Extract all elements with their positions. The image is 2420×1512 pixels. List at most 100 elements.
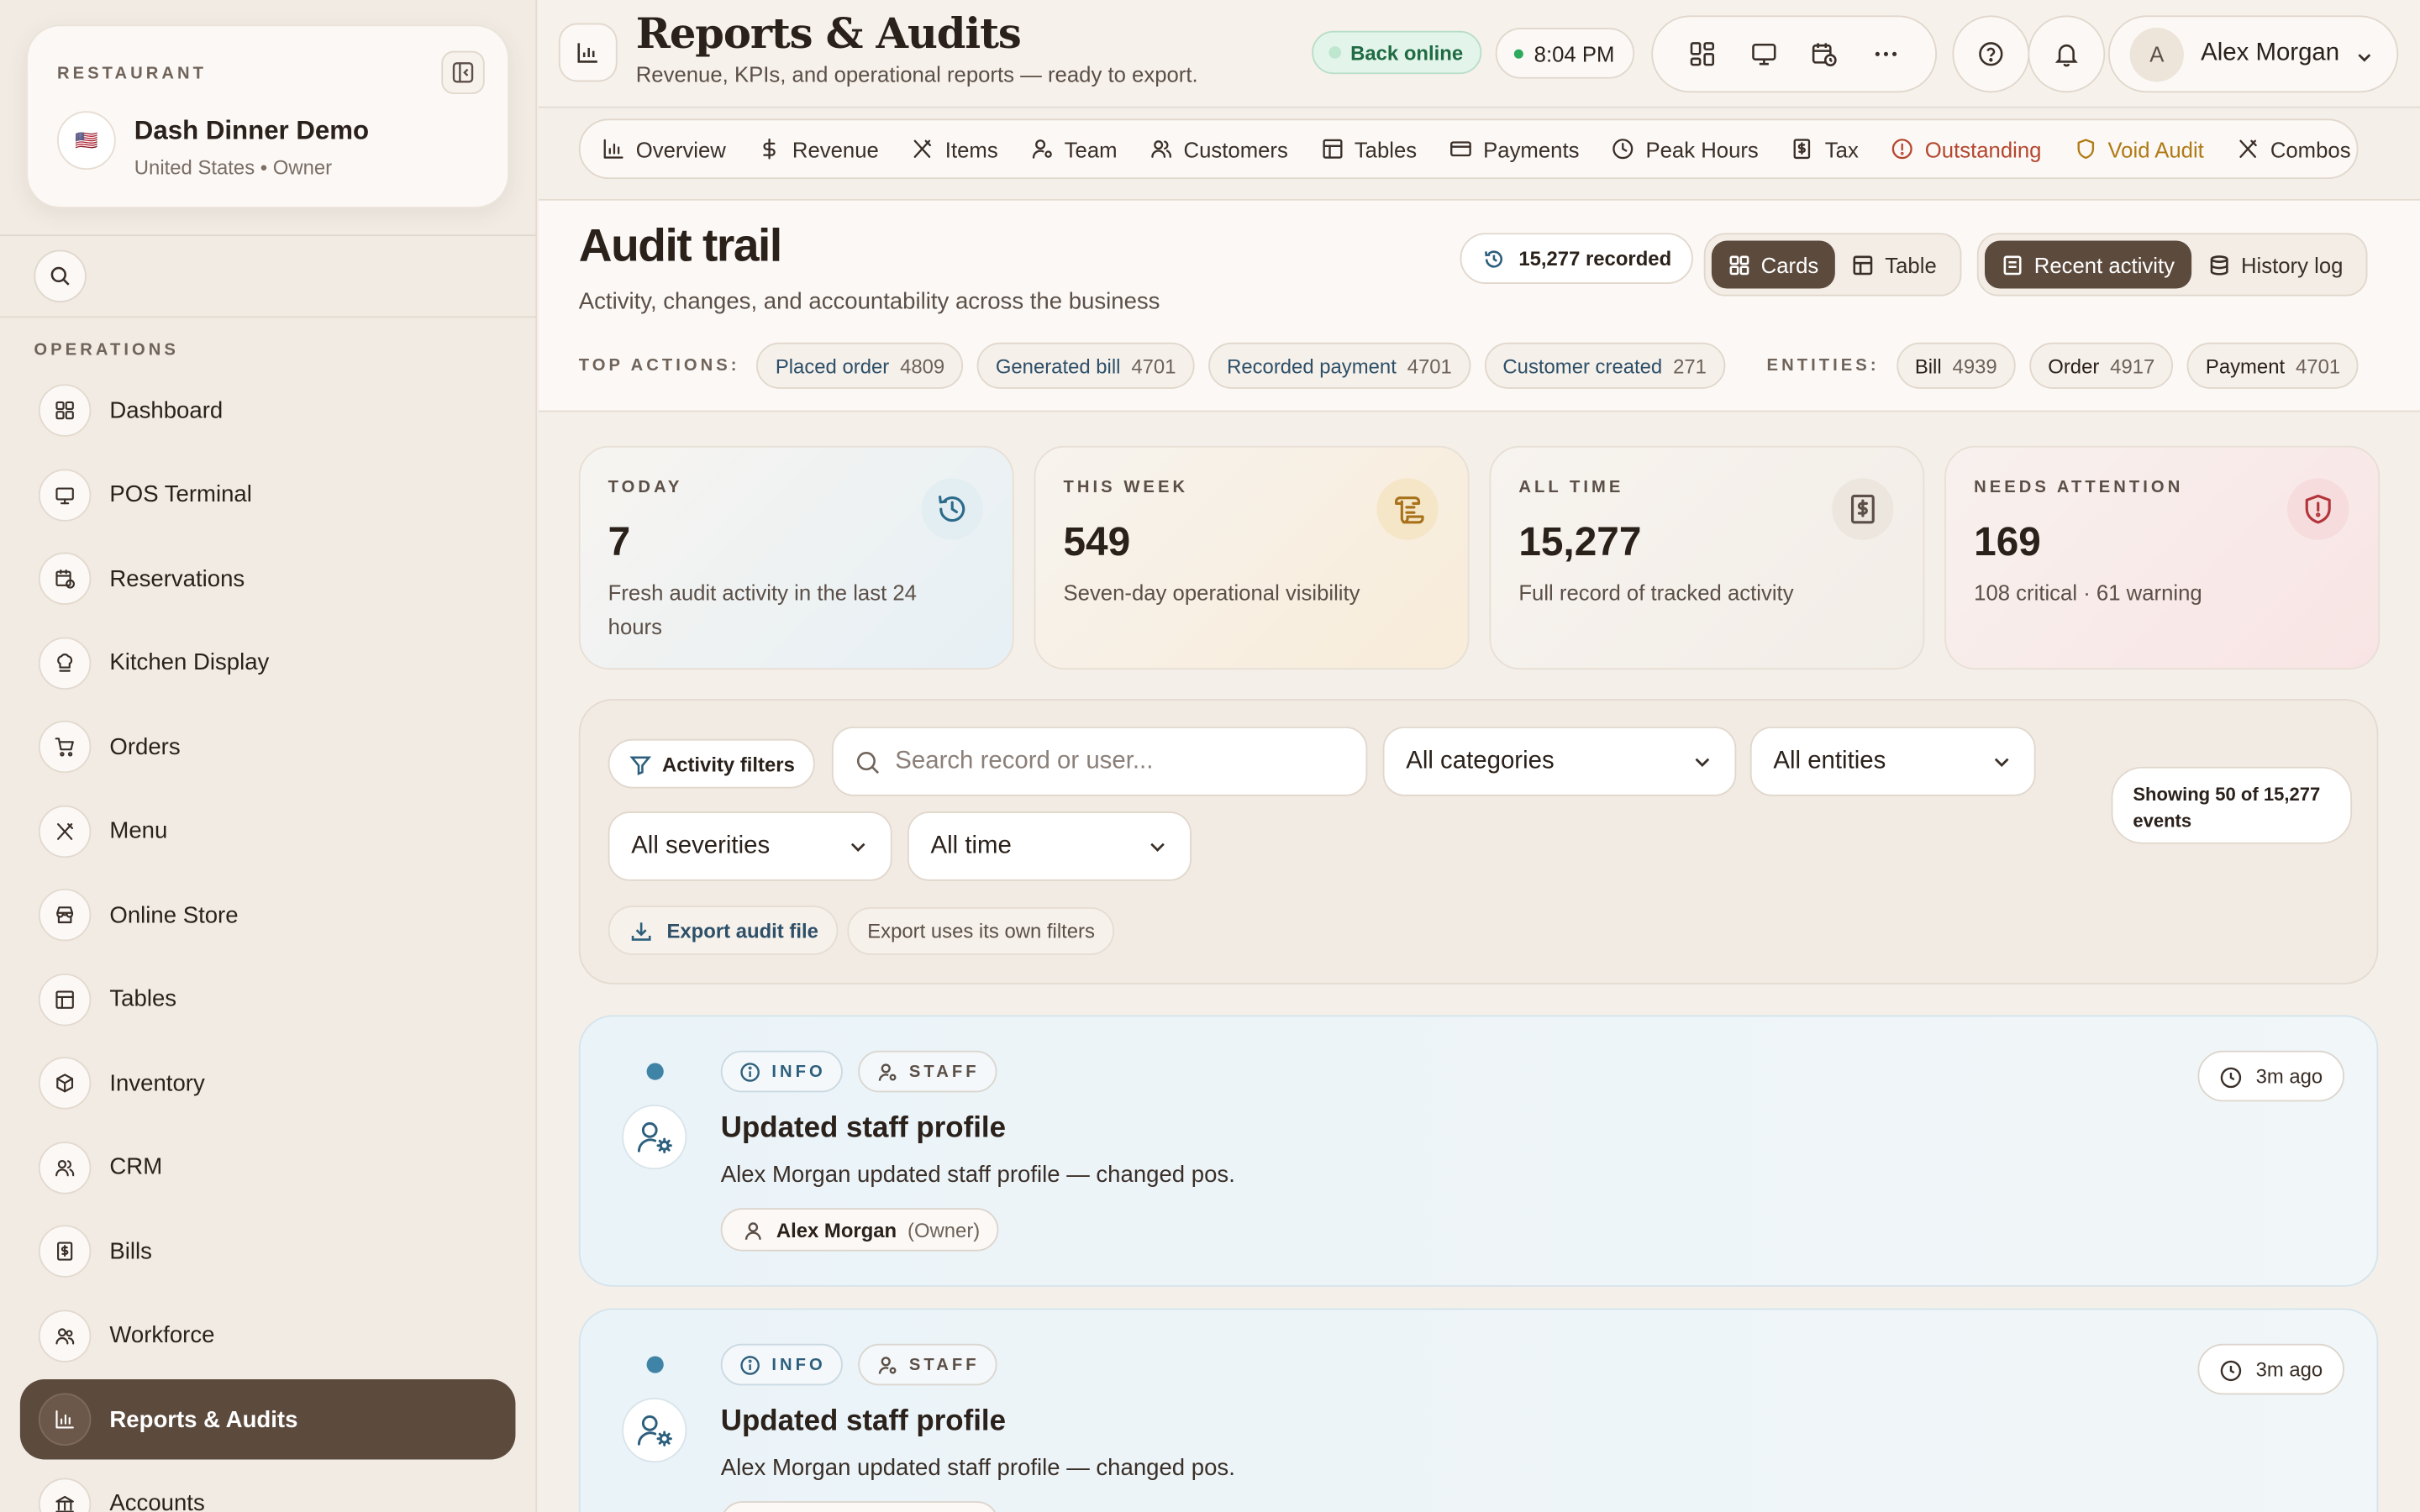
notifications-button[interactable]: [2028, 15, 2106, 93]
chip-label: Bill: [1914, 354, 1942, 378]
entity-chip[interactable]: Order 4917: [2029, 342, 2174, 389]
user-menu[interactable]: A Alex Morgan: [2107, 15, 2399, 93]
event-card[interactable]: INFO STAFF 3m ago Updated staff profile Alex…: [578, 1015, 2379, 1287]
export-audit-button[interactable]: Export audit file: [608, 906, 839, 955]
sidebar-item-orders[interactable]: Orders: [20, 706, 516, 787]
category-label: STAFF: [908, 1062, 980, 1081]
sidebar-search-button[interactable]: [34, 249, 87, 302]
recent-activity-button[interactable]: Recent activity: [1984, 240, 2192, 289]
tab-peak-hours[interactable]: Peak Hours: [1612, 137, 1759, 161]
entity-chip[interactable]: Bill 4939: [1896, 342, 2016, 389]
user-cog-icon: [637, 1415, 672, 1446]
severity-select[interactable]: All severities: [608, 811, 892, 881]
status-dot: [646, 1063, 664, 1080]
event-user-role: (Owner): [908, 1218, 981, 1242]
stat-value: 549: [1063, 518, 1131, 565]
table-view-button[interactable]: Table: [1835, 241, 1953, 289]
monitor-icon: [1751, 43, 1776, 66]
event-user-chip[interactable]: Alex Morgan(Owner): [720, 1501, 999, 1512]
shield-alert-icon: [2305, 494, 2331, 524]
sidebar-item-inventory[interactable]: Inventory: [20, 1043, 516, 1124]
entity-chip[interactable]: Payment 4701: [2186, 342, 2360, 389]
table-icon: [1854, 255, 1873, 275]
time-value: All time: [930, 832, 1012, 859]
restaurant-subtitle: United States • Owner: [134, 155, 333, 180]
utensils-icon: [38, 804, 92, 858]
sidebar-item-tables[interactable]: Tables: [20, 959, 516, 1040]
grid-icon: [55, 401, 74, 420]
sidebar-item-bills[interactable]: Bills: [20, 1211, 516, 1292]
tab-label: Peak Hours: [1645, 136, 1759, 161]
sidebar-item-dashboard[interactable]: Dashboard: [20, 370, 516, 451]
cards-view-button[interactable]: Cards: [1711, 240, 1836, 289]
tab-payments[interactable]: Payments: [1449, 137, 1579, 161]
category-select[interactable]: All categories: [1382, 727, 1737, 796]
pos-button[interactable]: [1742, 33, 1785, 76]
chip-count: 4917: [2110, 354, 2155, 378]
restaurant-card[interactable]: RESTAURANT 🇺🇸 Dash Dinner Demo United St…: [26, 24, 510, 208]
event-card[interactable]: INFO STAFF 3m ago Updated staff profile Alex…: [578, 1308, 2379, 1512]
clock: 8:04 PM: [1495, 28, 1635, 79]
tab-tables[interactable]: Tables: [1320, 137, 1417, 161]
search-icon: [50, 266, 70, 286]
sidebar-item-reservations[interactable]: Reservations: [20, 538, 516, 619]
sidebar-item-workforce[interactable]: Workforce: [20, 1295, 516, 1376]
tab-void-audit[interactable]: Void Audit: [2074, 137, 2204, 161]
entities-label: ENTITIES:: [1766, 356, 1880, 375]
stat-card-this-week: THIS WEEK 549 Seven-day operational visibi…: [1034, 445, 1470, 670]
stat-label: THIS WEEK: [1063, 478, 1189, 497]
action-chip[interactable]: Placed order 4809: [756, 342, 964, 389]
event-time: 3m ago: [2196, 1050, 2344, 1102]
stat-value: 169: [1974, 518, 2041, 565]
history-icon: [939, 495, 965, 522]
tab-customers[interactable]: Customers: [1150, 137, 1288, 161]
tab-combos[interactable]: Combos: [2236, 137, 2351, 161]
collapse-sidebar-button[interactable]: [441, 50, 485, 95]
tab-items[interactable]: Items: [911, 137, 998, 161]
help-button[interactable]: [1952, 15, 2030, 93]
table-icon: [55, 990, 74, 1008]
reports-nav-button[interactable]: [558, 23, 618, 82]
sidebar-item-crm[interactable]: CRM: [20, 1127, 516, 1208]
people-icon: [38, 1309, 92, 1362]
store-icon: [38, 888, 92, 942]
tab-outstanding[interactable]: Outstanding: [1891, 137, 2041, 161]
bar-chart-icon: [603, 139, 623, 159]
tab-tax[interactable]: Tax: [1791, 137, 1859, 161]
grid-view-button[interactable]: [1681, 33, 1723, 76]
top-bar: Reports & Audits Revenue, KPIs, and oper…: [539, 0, 2420, 201]
more-button[interactable]: [1865, 33, 1907, 76]
entity-select[interactable]: All entities: [1749, 727, 2036, 796]
divider: [0, 234, 536, 237]
utensils-icon: [2239, 139, 2257, 158]
reservations-button[interactable]: [1803, 33, 1846, 76]
activity-filters-label: Activity filters: [661, 752, 795, 775]
sidebar-item-pos-terminal[interactable]: POS Terminal: [20, 454, 516, 535]
tab-team[interactable]: Team: [1030, 137, 1118, 161]
search-icon: [856, 752, 879, 774]
tab-revenue[interactable]: Revenue: [758, 137, 879, 161]
shield-alert-icon: [2286, 478, 2349, 540]
action-chip[interactable]: Generated bill 4701: [976, 342, 1195, 389]
event-user-chip[interactable]: Alex Morgan(Owner): [720, 1208, 999, 1252]
chip-label: Recorded payment: [1227, 354, 1397, 378]
action-chip[interactable]: Customer created 271: [1484, 342, 1725, 389]
time-select[interactable]: All time: [907, 811, 1192, 881]
sidebar-item-reports-audits[interactable]: Reports & Audits: [19, 1379, 516, 1460]
sidebar-item-label: Kitchen Display: [109, 649, 270, 676]
sidebar-item-accounts[interactable]: Accounts: [20, 1463, 516, 1512]
divider: [0, 316, 536, 318]
action-chip[interactable]: Recorded payment 4701: [1208, 342, 1470, 389]
view-toggle: Cards Table: [1703, 233, 1962, 297]
sidebar-item-kitchen-display[interactable]: Kitchen Display: [20, 622, 516, 703]
sidebar-item-label: Orders: [109, 733, 181, 760]
section-title: Audit trail: [578, 220, 782, 272]
search-input[interactable]: Search record or user...: [831, 727, 1368, 796]
event-description: Alex Morgan updated staff profile — chan…: [720, 1162, 1235, 1189]
sidebar-item-label: Reservations: [109, 565, 245, 592]
history-log-button[interactable]: History log: [2191, 241, 2360, 289]
sidebar-item-menu[interactable]: Menu: [20, 790, 516, 871]
tab-overview[interactable]: Overview: [602, 137, 726, 161]
sidebar-item-online-store[interactable]: Online Store: [20, 874, 516, 955]
status-dot: [646, 1356, 664, 1373]
